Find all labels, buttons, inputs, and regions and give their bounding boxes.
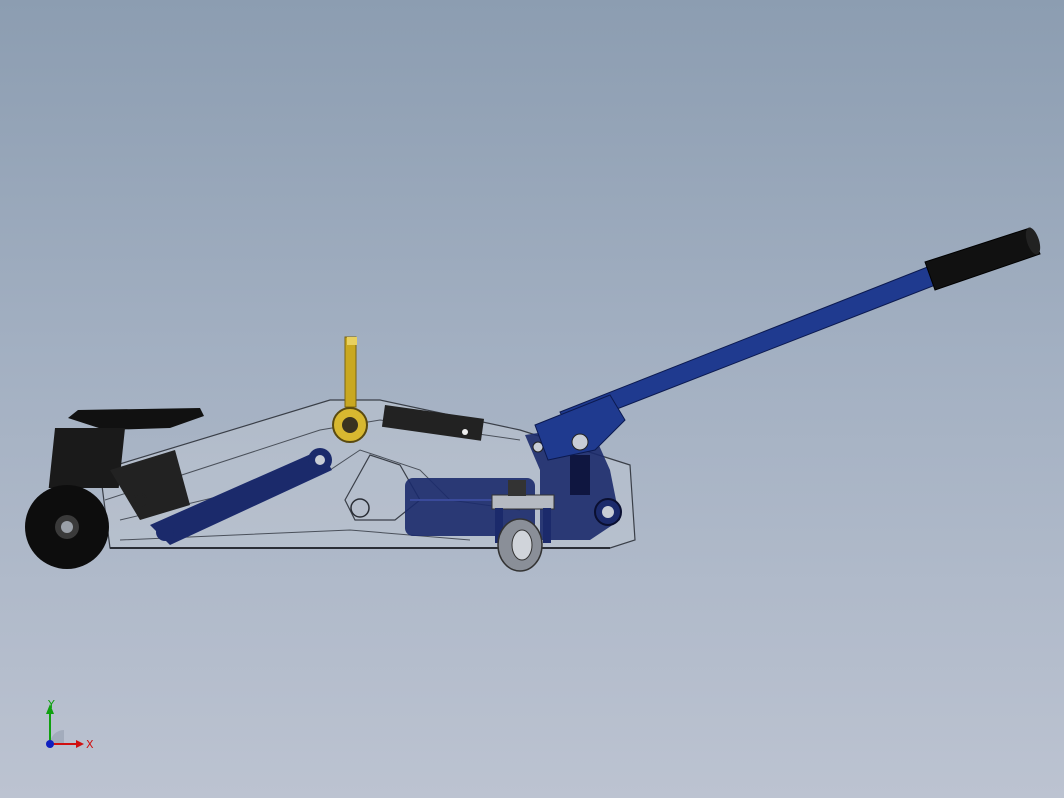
z-axis-dot (46, 740, 54, 748)
x-axis-label: X (86, 738, 94, 751)
cad-viewport[interactable]: Y X (0, 0, 1064, 798)
coordinate-triad: Y X (46, 698, 94, 751)
front-wheel[interactable] (25, 485, 109, 569)
floor-jack-model[interactable] (0, 0, 1064, 798)
handle[interactable] (534, 265, 939, 461)
y-axis-label: Y (47, 698, 55, 711)
release-lever[interactable] (332, 336, 368, 443)
handle-grip[interactable] (924, 226, 1043, 291)
